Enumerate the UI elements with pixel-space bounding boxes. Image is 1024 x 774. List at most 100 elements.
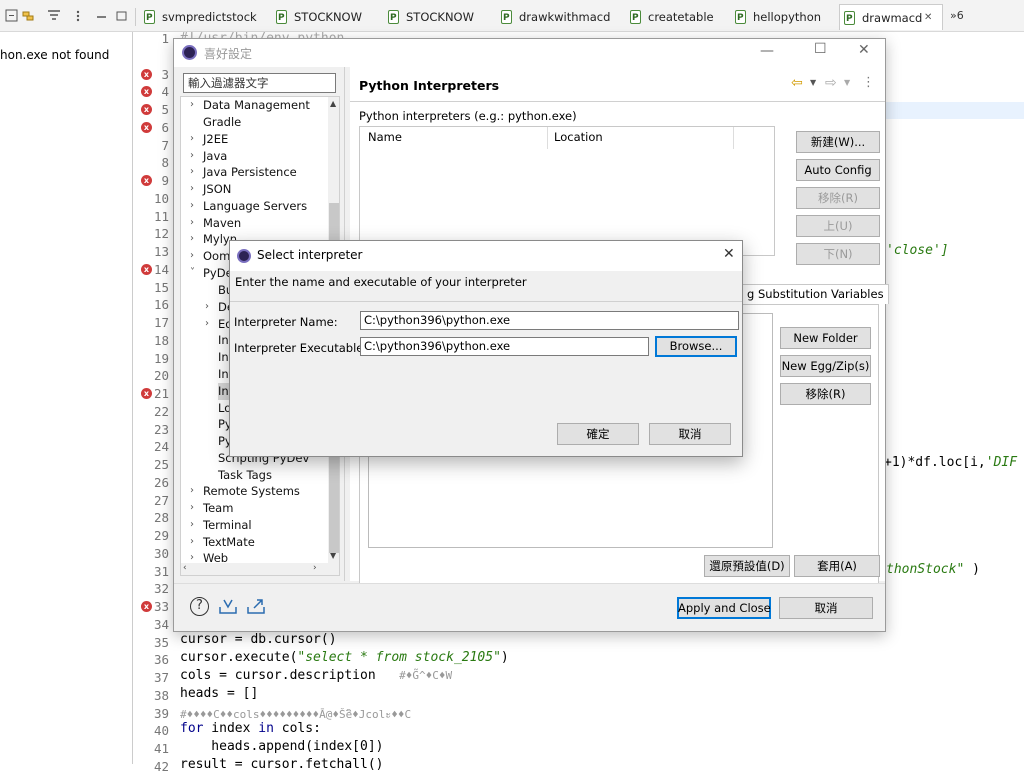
tab-overflow-button[interactable]: »6 bbox=[950, 9, 964, 22]
auto-config-button[interactable]: Auto Config bbox=[796, 159, 880, 181]
back-arrow-icon[interactable]: ⇦ bbox=[791, 75, 803, 91]
close-icon[interactable]: ✕ bbox=[723, 246, 735, 262]
line-number: 35 bbox=[153, 634, 169, 650]
new-folder-button[interactable]: New Folder bbox=[780, 327, 871, 349]
chevron-right-icon[interactable]: › bbox=[190, 99, 194, 110]
tab-drawkwithmacd[interactable]: drawkwithmacd bbox=[497, 4, 610, 31]
error-marker-icon[interactable]: x bbox=[141, 68, 152, 80]
new-interpreter-button[interactable]: 新建(W)... bbox=[796, 131, 880, 153]
chevron-right-icon[interactable]: › bbox=[190, 217, 194, 228]
error-marker-icon[interactable]: x bbox=[141, 121, 152, 133]
chevron-right-icon[interactable]: › bbox=[190, 485, 194, 496]
eclipse-icon bbox=[182, 45, 197, 60]
view-menu-icon[interactable] bbox=[70, 8, 86, 24]
interpreter-name-field[interactable]: C:\python396\python.exe bbox=[360, 311, 739, 330]
chevron-right-icon[interactable]: › bbox=[190, 233, 194, 244]
column-name[interactable]: Name bbox=[368, 130, 402, 144]
cancel-button[interactable]: 取消 bbox=[649, 423, 731, 445]
tree-item[interactable]: TextMate bbox=[203, 534, 255, 551]
tree-item[interactable]: Data Management bbox=[203, 97, 310, 114]
chevron-right-icon[interactable]: › bbox=[190, 536, 194, 547]
tree-item[interactable]: Terminal bbox=[203, 517, 252, 534]
minimize-icon[interactable]: — bbox=[760, 43, 774, 59]
scroll-up-icon[interactable]: ▲ bbox=[330, 99, 336, 108]
error-marker-icon[interactable]: x bbox=[141, 263, 152, 275]
tree-item[interactable]: JSON bbox=[203, 181, 231, 198]
tab-createtable[interactable]: createtable bbox=[626, 4, 714, 31]
new-egg-zip-button[interactable]: New Egg/Zip(s) bbox=[780, 355, 871, 377]
column-location[interactable]: Location bbox=[554, 130, 603, 144]
scroll-left-icon[interactable]: ‹ bbox=[183, 563, 187, 573]
close-tab-icon[interactable]: ✕ bbox=[924, 5, 932, 31]
maximize-icon[interactable]: ☐ bbox=[814, 41, 827, 57]
line-number: 19 bbox=[153, 350, 169, 366]
chevron-down-icon[interactable]: ▼ bbox=[810, 78, 816, 87]
help-icon[interactable]: ? bbox=[190, 597, 209, 616]
line-number: 31 bbox=[153, 563, 169, 579]
tree-item[interactable]: Remote Systems bbox=[203, 483, 300, 500]
tree-item[interactable]: J2EE bbox=[203, 131, 228, 148]
apply-and-close-button[interactable]: Apply and Close bbox=[677, 597, 771, 619]
tree-item[interactable]: Team bbox=[203, 500, 233, 517]
tab-string-substitution[interactable]: g Substitution Variables bbox=[742, 284, 889, 304]
chevron-right-icon[interactable]: › bbox=[190, 552, 194, 563]
view-menu-icon[interactable]: ⋮ bbox=[862, 75, 875, 90]
ok-button[interactable]: 確定 bbox=[557, 423, 639, 445]
restore-defaults-button[interactable]: 還原預設值(D) bbox=[704, 555, 790, 577]
chevron-down-icon[interactable]: ▼ bbox=[844, 78, 850, 87]
chevron-right-icon[interactable]: › bbox=[190, 502, 194, 513]
chevron-right-icon[interactable]: › bbox=[190, 519, 194, 530]
apply-button[interactable]: 套用(A) bbox=[794, 555, 880, 577]
cancel-button[interactable]: 取消 bbox=[779, 597, 873, 619]
interpreters-table[interactable]: Name Location bbox=[359, 126, 775, 256]
line-number: 41 bbox=[153, 741, 169, 756]
export-icon[interactable] bbox=[246, 597, 266, 618]
forward-arrow-icon[interactable]: ⇨ bbox=[825, 75, 837, 91]
chevron-right-icon[interactable]: › bbox=[190, 150, 194, 161]
chevron-right-icon[interactable]: › bbox=[190, 200, 194, 211]
chevron-right-icon[interactable]: › bbox=[205, 301, 209, 312]
tab-stocknow-2[interactable]: STOCKNOW bbox=[384, 4, 474, 31]
error-marker-icon[interactable]: x bbox=[141, 104, 152, 115]
tree-item[interactable]: Language Servers bbox=[203, 198, 307, 215]
preferences-filter-input[interactable]: 輸入過濾器文字 bbox=[183, 73, 336, 93]
chevron-right-icon[interactable]: › bbox=[190, 133, 194, 144]
tree-item[interactable]: Maven bbox=[203, 215, 241, 232]
interpreter-executable-field[interactable]: C:\python396\python.exe bbox=[360, 337, 649, 356]
tree-item[interactable]: Gradle bbox=[203, 114, 241, 131]
up-button[interactable]: 上(U) bbox=[796, 215, 880, 237]
chevron-right-icon[interactable]: › bbox=[190, 250, 194, 261]
error-marker-icon[interactable]: x bbox=[141, 601, 152, 612]
collapse-all-icon[interactable] bbox=[4, 8, 20, 24]
down-button[interactable]: 下(N) bbox=[796, 243, 880, 265]
tab-hellopython[interactable]: hellopython bbox=[731, 4, 821, 31]
remove-button[interactable]: 移除(R) bbox=[796, 187, 880, 209]
maximize-icon[interactable] bbox=[114, 8, 130, 24]
close-icon[interactable]: ✕ bbox=[858, 42, 870, 58]
tab-stocknow-1[interactable]: STOCKNOW bbox=[272, 4, 362, 31]
tree-item[interactable]: Java bbox=[203, 148, 227, 165]
link-editor-icon[interactable] bbox=[20, 8, 36, 24]
python-file-icon bbox=[630, 5, 641, 31]
browse-button[interactable]: Browse... bbox=[655, 336, 737, 357]
tree-item[interactable]: Task Tags bbox=[218, 467, 272, 484]
error-marker-icon[interactable]: x bbox=[141, 175, 152, 186]
line-number: 10 bbox=[153, 190, 169, 206]
tab-svmpredictstock[interactable]: svmpredictstock bbox=[140, 4, 257, 31]
chevron-right-icon[interactable]: › bbox=[205, 318, 209, 329]
minimize-icon[interactable] bbox=[94, 8, 110, 24]
scroll-right-icon[interactable]: › bbox=[313, 563, 317, 573]
chevron-down-icon[interactable]: ˅ bbox=[190, 267, 195, 278]
tree-item[interactable]: Web bbox=[203, 550, 228, 567]
remove-path-button[interactable]: 移除(R) bbox=[780, 383, 871, 405]
chevron-right-icon[interactable]: › bbox=[190, 183, 194, 194]
line-number: 25 bbox=[153, 457, 169, 472]
tab-drawmacd[interactable]: drawmacd✕ bbox=[839, 4, 943, 32]
error-marker-icon[interactable]: x bbox=[141, 388, 152, 399]
chevron-right-icon[interactable]: › bbox=[190, 166, 194, 177]
tree-item[interactable]: Java Persistence bbox=[203, 164, 297, 181]
line-number: 8 bbox=[161, 155, 169, 171]
import-icon[interactable] bbox=[218, 597, 238, 618]
python-file-icon bbox=[735, 5, 746, 31]
filter-icon[interactable] bbox=[46, 8, 62, 24]
